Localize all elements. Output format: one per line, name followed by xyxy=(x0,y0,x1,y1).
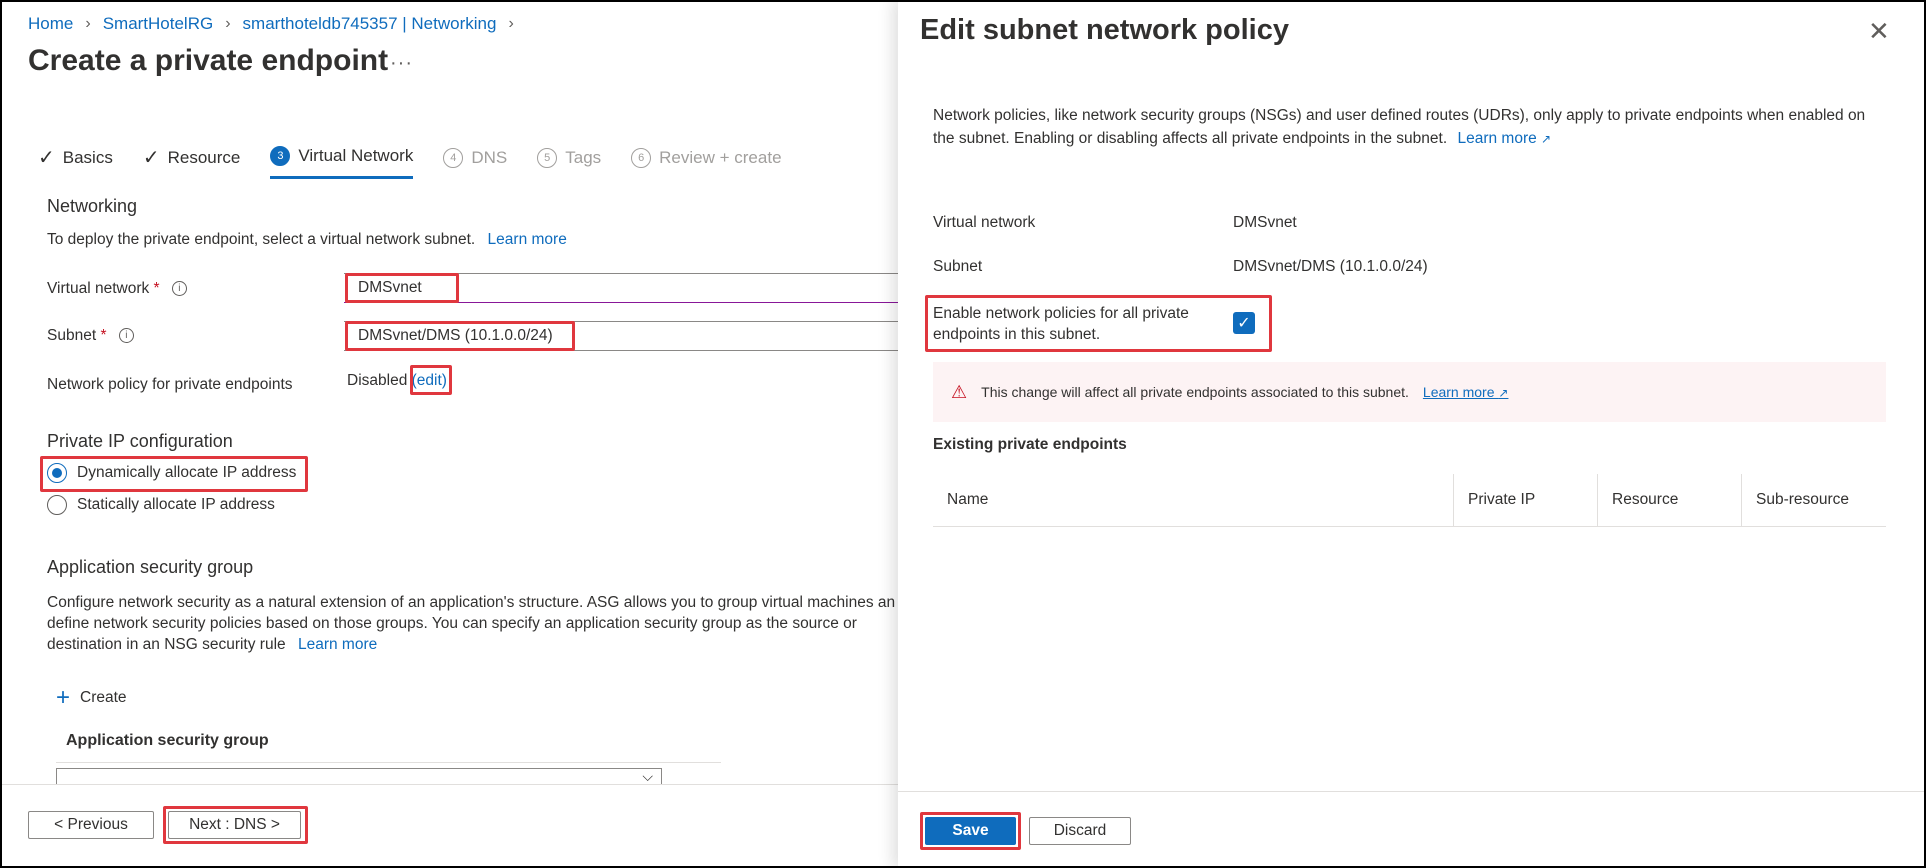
screenshot-border xyxy=(0,0,1926,868)
